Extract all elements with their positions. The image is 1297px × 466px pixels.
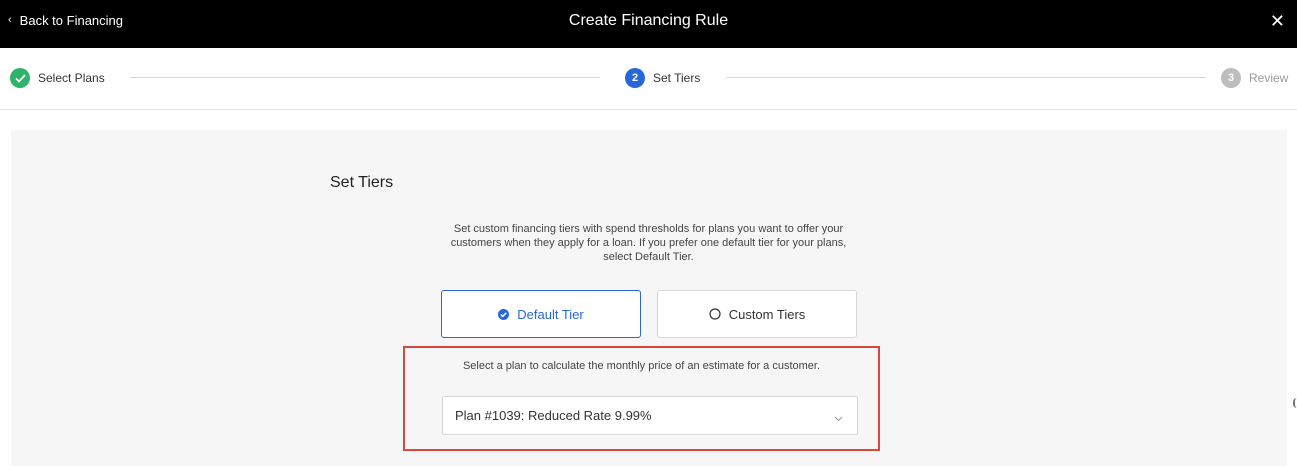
chevron-down-icon: [834, 410, 843, 425]
step-label: Select Plans: [38, 71, 105, 85]
step-label: Review: [1249, 71, 1289, 85]
step-number-badge: 3: [1221, 68, 1241, 88]
custom-tiers-option[interactable]: Custom Tiers: [657, 290, 857, 338]
page-title: Create Financing Rule: [568, 12, 729, 29]
tiers-description: Set custom financing tiers with spend th…: [450, 223, 847, 263]
plan-dropdown-value: Plan #1039: Reduced Rate 9.99%: [455, 408, 652, 423]
step-set-tiers[interactable]: 2 Set Tiers: [625, 68, 700, 88]
step-number-badge: 2: [625, 68, 645, 88]
default-tier-option[interactable]: Default Tier: [441, 290, 641, 338]
back-to-financing-link[interactable]: ‹ Back to Financing: [8, 13, 123, 28]
step-label: Set Tiers: [653, 71, 701, 85]
plan-hint: Select a plan to calculate the monthly p…: [462, 360, 821, 372]
check-icon: [10, 68, 30, 88]
plan-dropdown[interactable]: Plan #1039: Reduced Rate 9.99%: [442, 396, 858, 435]
stepper: Select Plans 2 Set Tiers 3 Review: [0, 48, 1297, 110]
custom-tiers-label: Custom Tiers: [728, 306, 806, 322]
step-connector: [130, 77, 600, 78]
section-title: Set Tiers: [330, 174, 394, 191]
step-connector: [726, 77, 1206, 78]
edge-handle: [1293, 398, 1297, 408]
step-review[interactable]: 3 Review: [1221, 68, 1288, 88]
top-bar: ‹ Back to Financing Create Financing Rul…: [0, 0, 1297, 48]
plan-selection-box: Select a plan to calculate the monthly p…: [403, 346, 880, 451]
back-link-label: Back to Financing: [19, 13, 124, 28]
close-icon[interactable]: ✕: [1270, 11, 1285, 31]
radio-empty-icon: [709, 308, 721, 320]
default-tier-label: Default Tier: [517, 306, 584, 322]
chevron-left-icon: ‹: [8, 13, 12, 26]
step-select-plans[interactable]: Select Plans: [10, 68, 105, 88]
set-tiers-panel: Set Tiers Set custom financing tiers wit…: [11, 130, 1287, 466]
check-circle-icon: [498, 308, 510, 320]
